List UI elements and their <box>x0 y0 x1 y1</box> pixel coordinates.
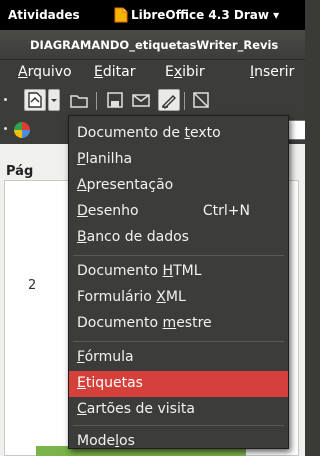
standard-toolbar <box>0 86 305 116</box>
edit-mode-icon <box>162 95 176 109</box>
open-folder-icon[interactable] <box>68 89 90 111</box>
edit-mode-button[interactable] <box>158 89 180 111</box>
menu-inserir[interactable]: Inserir <box>250 64 294 80</box>
menu-item-label: Etiquetas <box>77 375 143 391</box>
gnome-top-bar: Atividades LibreOffice 4.3 Draw ▾ <box>0 0 305 30</box>
menu-item-label: Apresentação <box>77 177 174 193</box>
menu-item-apresenta-o[interactable]: Apresentação <box>69 173 288 199</box>
toolbar-separator <box>96 92 97 110</box>
menu-item-cart-es-de-visita[interactable]: Cartões de visita <box>69 397 288 423</box>
new-document-button[interactable] <box>24 89 46 111</box>
window-title-bar: DIAGRAMANDO_etiquetasWriter_Revis <box>0 30 305 60</box>
menu-item-label: Formulário XML <box>77 289 186 305</box>
menu-item-banco-de-dados[interactable]: Banco de dados <box>69 225 288 251</box>
menu-item-documento-mestre[interactable]: Documento mestre <box>69 311 288 337</box>
menu-item-label: Documento de texto <box>77 125 221 141</box>
menu-item-shortcut: Ctrl+N <box>202 203 250 219</box>
menu-item-modelos[interactable]: Modelos <box>69 429 288 455</box>
menu-editar[interactable]: Editar <box>94 64 135 80</box>
menu-item-documento-de-texto[interactable]: Documento de texto <box>69 121 288 147</box>
libreoffice-draw-icon <box>114 7 128 23</box>
menu-item-label: Banco de dados <box>77 229 189 245</box>
app-menu-label: LibreOffice 4.3 Draw ▾ <box>131 8 280 22</box>
new-document-menu: Documento de texto Planilha Apresentação De… <box>68 115 289 449</box>
pages-panel-title: Pág <box>6 164 34 179</box>
dropdown-arrow-icon <box>51 99 57 102</box>
window-title: DIAGRAMANDO_etiquetasWriter_Revis <box>30 38 279 52</box>
menu-bar: Arquivo Editar Exibir Inserir <box>0 60 305 86</box>
menu-item-planilha[interactable]: Planilha <box>69 147 288 173</box>
app-menu[interactable]: LibreOffice 4.3 Draw ▾ <box>113 4 305 26</box>
export-pdf-icon[interactable] <box>190 89 212 111</box>
menu-separator <box>73 255 284 256</box>
toolbar-grip[interactable] <box>4 98 7 101</box>
email-icon[interactable] <box>130 89 152 111</box>
menu-separator <box>73 425 284 426</box>
menu-item-desenho[interactable]: Desenho Ctrl+N <box>69 199 288 225</box>
menu-item-etiquetas[interactable]: Etiquetas <box>69 371 288 397</box>
new-document-icon <box>28 92 42 108</box>
menu-separator <box>73 341 284 342</box>
toolbar-grip[interactable] <box>4 127 7 130</box>
color-icon[interactable] <box>14 122 30 138</box>
new-document-dropdown[interactable] <box>48 89 60 111</box>
menu-item-documento-html[interactable]: Documento HTML <box>69 259 288 285</box>
menu-exibir[interactable]: Exibir <box>165 64 205 80</box>
menu-item-label: Desenho <box>77 203 139 219</box>
menu-item-label: Planilha <box>77 151 133 167</box>
menu-item-label: Documento mestre <box>77 315 212 331</box>
menu-item-label: Cartões de visita <box>77 401 195 417</box>
menu-item-f-rmula[interactable]: Fórmula <box>69 345 288 371</box>
menu-item-label: Modelos <box>77 433 135 449</box>
menu-item-label: Documento HTML <box>77 263 202 279</box>
menu-item-label: Fórmula <box>77 349 134 365</box>
menu-arquivo[interactable]: Arquivo <box>18 64 72 80</box>
save-icon[interactable] <box>104 89 126 111</box>
activities-button[interactable]: Atividades <box>8 8 80 22</box>
menu-item-formul-rio-xml[interactable]: Formulário XML <box>69 285 288 311</box>
toolbar-separator <box>184 92 185 110</box>
page-number: 2 <box>28 278 37 293</box>
